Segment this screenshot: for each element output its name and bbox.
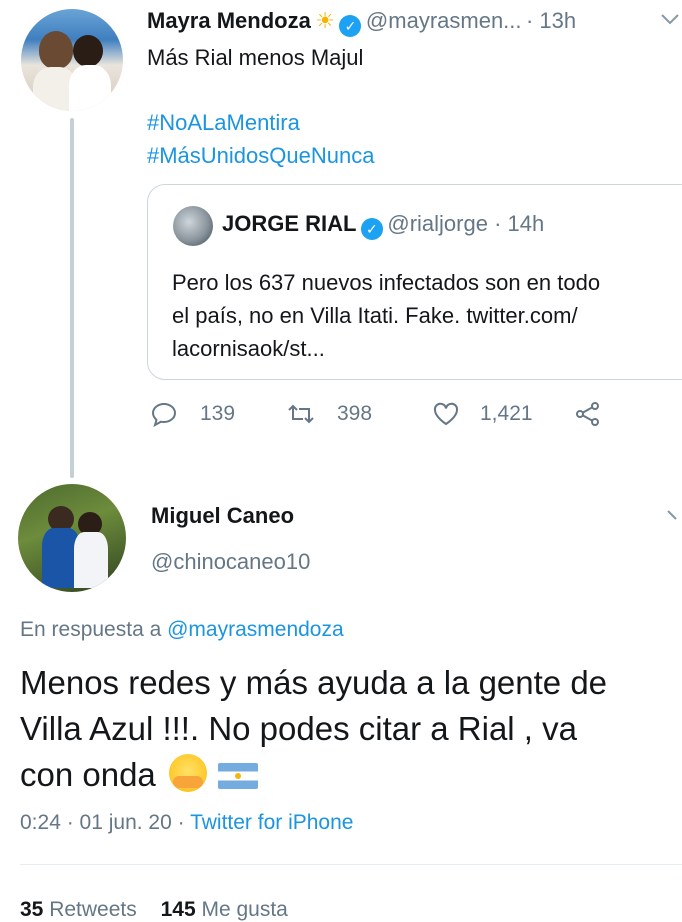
quoted-text-line: lacornisaok/st... (172, 336, 325, 361)
tweet1-header: Mayra Mendoza ☀ ✓ @mayrasmen... · 13h (147, 8, 576, 37)
reply-context: En respuesta a @mayrasmendoza (20, 618, 344, 642)
reply-to-mention[interactable]: @mayrasmendoza (167, 618, 344, 641)
author-handle[interactable]: @mayrasmen... (366, 8, 522, 33)
retweet-button[interactable]: 398 (287, 400, 372, 428)
tweet-stats: 35 Retweets 145 Me gusta (20, 898, 288, 922)
heart-icon (433, 402, 459, 426)
retweets-count: 35 (20, 898, 44, 921)
author-name[interactable]: Miguel Caneo (151, 503, 294, 529)
reply-button[interactable]: 139 (150, 400, 235, 428)
avatar-miguel-caneo[interactable] (18, 484, 126, 592)
tweet-text: Más Rial menos Majul (147, 45, 364, 70)
reply-count: 139 (200, 402, 236, 425)
quoted-text-line: el país, no en Villa Itati. Fake. twitte… (172, 303, 578, 328)
share-icon (576, 402, 599, 426)
retweet-icon (288, 404, 314, 424)
quoted-handle: @rialjorge · 14h (387, 211, 545, 236)
likes-count: 145 (160, 898, 196, 921)
retweet-count: 398 (337, 402, 373, 425)
tweet-timestamp: 0:24 · 01 jun. 20 · (20, 811, 191, 834)
quoted-author-name: JORGE RIAL (222, 211, 357, 236)
chevron-down-icon[interactable] (660, 10, 680, 31)
thread-connector-line (70, 118, 74, 478)
argentina-flag-icon (218, 763, 259, 789)
hashtag-link[interactable]: #NoALaMentira (147, 106, 300, 139)
likes-stat[interactable]: 145 Me gusta (161, 898, 288, 921)
verified-icon: ✓ (339, 15, 362, 37)
tweet-meta: 0:24 · 01 jun. 20 · Twitter for iPhone (20, 811, 353, 835)
avatar-mayra-mendoza[interactable] (21, 9, 123, 111)
sun-emoji-icon: ☀ (315, 8, 336, 33)
tweet-text-line: Villa Azul !!!. No podes citar a Rial , … (20, 710, 577, 747)
reply-prefix: En respuesta a (20, 618, 162, 641)
retweets-stat[interactable]: 35 Retweets (20, 898, 143, 921)
retweets-label: Retweets (49, 898, 137, 921)
hashtag-link[interactable]: #MásUnidosQueNunca (147, 139, 374, 172)
chevron-down-icon[interactable] (666, 506, 682, 527)
like-count: 1,421 (480, 402, 533, 425)
reply-icon (151, 402, 177, 428)
tweet-text-line: con onda (20, 756, 156, 793)
verified-icon: ✓ (360, 218, 383, 240)
tweet-text-line: Menos redes y más ayuda a la gente de (20, 664, 608, 701)
author-handle[interactable]: @chinocaneo10 (151, 549, 310, 575)
avatar-jorge-rial (173, 206, 213, 246)
share-button[interactable] (574, 400, 602, 428)
hugging-face-emoji-icon (168, 754, 207, 792)
quoted-text-line: Pero los 637 nuevos infectados son en to… (172, 270, 601, 295)
author-name[interactable]: Mayra Mendoza (147, 8, 311, 33)
like-button[interactable]: 1,421 (432, 400, 533, 428)
likes-label: Me gusta (201, 898, 288, 921)
divider (20, 864, 682, 865)
quoted-header: JORGE RIAL ✓ @rialjorge · 14h (222, 211, 544, 240)
tweet-source-link[interactable]: Twitter for iPhone (190, 811, 353, 834)
tweet-time[interactable]: · 13h (526, 8, 576, 33)
tweet-text-last-line: con onda (20, 752, 259, 798)
